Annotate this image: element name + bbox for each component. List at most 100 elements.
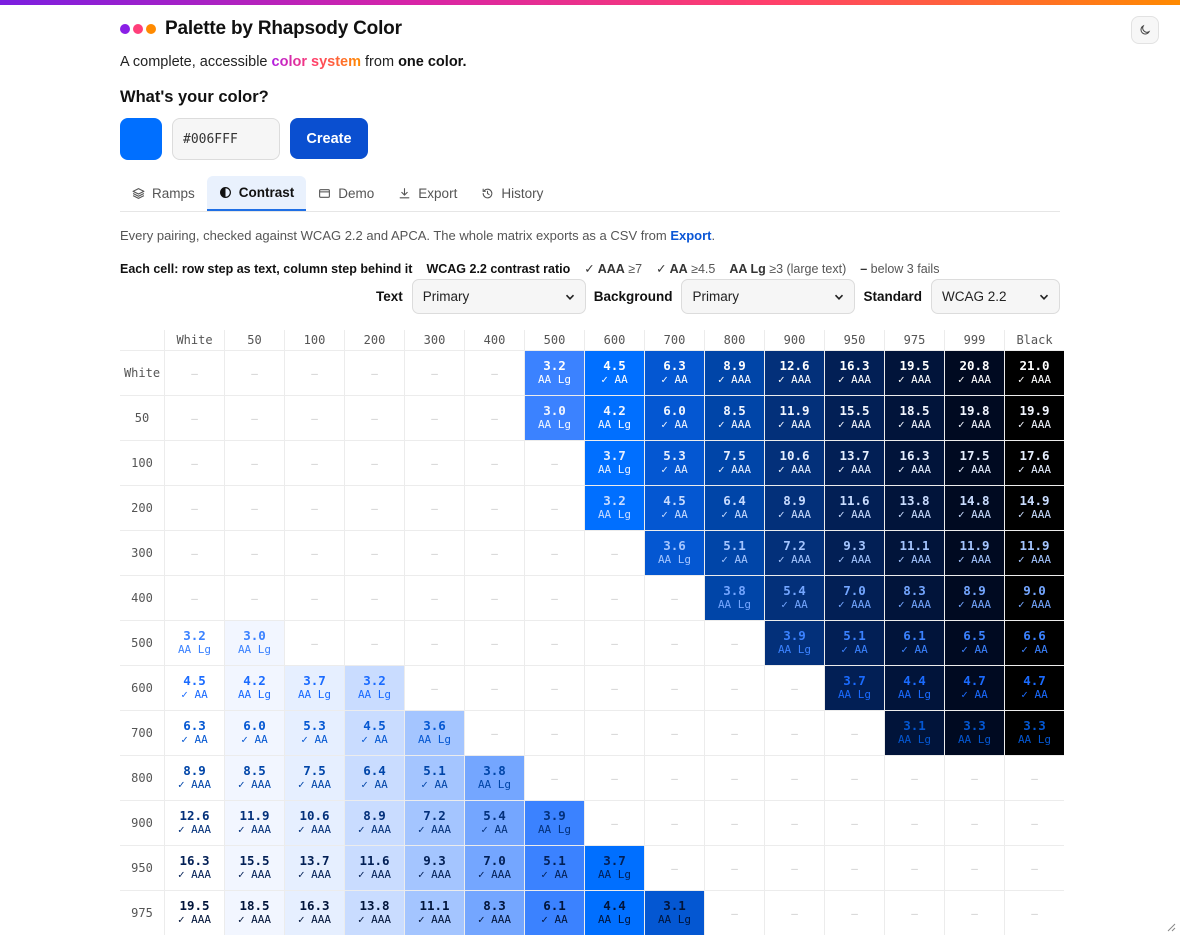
contrast-cell: 7.5 ✓ AAA bbox=[284, 755, 344, 800]
tab-demo[interactable]: Demo bbox=[306, 176, 386, 211]
contrast-ratio: 10.6 bbox=[779, 448, 810, 463]
contrast-cell: 8.9 ✓ AAA bbox=[944, 575, 1004, 620]
fail-mark: – bbox=[491, 682, 498, 695]
brand-dot bbox=[146, 24, 156, 34]
contrast-cell: – bbox=[584, 575, 644, 620]
matrix-column-header: 600 bbox=[584, 330, 644, 350]
fail-mark: – bbox=[191, 547, 198, 560]
wcag-badge: ✓ AA bbox=[1021, 643, 1048, 656]
legend-aalg: AA Lg ≥3 (large text) bbox=[729, 262, 846, 276]
hex-input[interactable] bbox=[172, 118, 280, 160]
create-button[interactable]: Create bbox=[290, 118, 368, 159]
contrast-cell: 8.9 ✓ AAA bbox=[344, 800, 404, 845]
standard-select[interactable]: WCAG 2.2 bbox=[931, 279, 1060, 314]
wcag-badge: ✓ AA bbox=[661, 463, 688, 476]
fail-mark: – bbox=[371, 547, 378, 560]
tab-export[interactable]: Export bbox=[386, 176, 469, 211]
wcag-badge: AA Lg bbox=[1017, 733, 1052, 746]
wcag-badge: AA Lg bbox=[537, 418, 572, 431]
matrix-row-header: 975 bbox=[120, 890, 164, 935]
contrast-cell: 3.7 AA Lg bbox=[284, 665, 344, 710]
contrast-cell: – bbox=[644, 755, 704, 800]
contrast-ratio: 3.9 bbox=[543, 808, 566, 823]
matrix-column-header: 50 bbox=[224, 330, 284, 350]
matrix-column-header: 500 bbox=[524, 330, 584, 350]
wcag-badge: ✓ AAA bbox=[717, 463, 752, 476]
contrast-cell: – bbox=[464, 350, 524, 395]
matrix-row: 50– – – – – –3.0 AA Lg 4.2 AA Lg 6.0 ✓ AA 8.5 ✓ AAA 1… bbox=[120, 395, 1064, 440]
wcag-badge: ✓ AAA bbox=[357, 913, 392, 926]
theme-toggle-button[interactable] bbox=[1131, 16, 1159, 44]
contrast-ratio: 5.1 bbox=[543, 853, 566, 868]
fail-mark: – bbox=[551, 592, 558, 605]
contrast-cell: – bbox=[524, 710, 584, 755]
contrast-cell: – bbox=[824, 755, 884, 800]
tab-history[interactable]: History bbox=[469, 176, 555, 211]
contrast-ratio: 3.1 bbox=[903, 718, 926, 733]
contrast-cell: 5.3 ✓ AA bbox=[284, 710, 344, 755]
wcag-badge: AA Lg bbox=[297, 688, 332, 701]
wcag-badge: ✓ AAA bbox=[297, 868, 332, 881]
text-select[interactable]: Primary bbox=[411, 279, 586, 314]
tab-ramps[interactable]: Ramps bbox=[120, 176, 207, 211]
contrast-ratio: 20.8 bbox=[959, 358, 990, 373]
contrast-cell: 3.7 AA Lg bbox=[584, 440, 644, 485]
matrix-row: 900 12.6 ✓ AAA 11.9 ✓ AAA 10.6 ✓ AAA 8.9 ✓ AAA 7.… bbox=[120, 800, 1064, 845]
wcag-badge: ✓ AAA bbox=[897, 598, 932, 611]
fail-mark: – bbox=[431, 412, 438, 425]
contrast-cell: – bbox=[884, 755, 944, 800]
export-link[interactable]: Export bbox=[670, 228, 711, 243]
contrast-cell: 12.6 ✓ AAA bbox=[164, 800, 224, 845]
wcag-badge: AA Lg bbox=[957, 733, 992, 746]
matrix-row: 100– – – – – – –3.7 AA Lg 5.3 ✓ AA 7.5 ✓ AAA 10.6 ✓ A… bbox=[120, 440, 1064, 485]
contrast-ratio: 6.6 bbox=[1023, 628, 1046, 643]
wcag-badge: ✓ AAA bbox=[837, 418, 872, 431]
fail-mark: – bbox=[791, 682, 798, 695]
wcag-badge: ✓ AAA bbox=[897, 463, 932, 476]
wcag-badge: ✓ AA bbox=[661, 418, 688, 431]
color-swatch[interactable] bbox=[120, 118, 162, 160]
contrast-ratio: 8.5 bbox=[723, 403, 746, 418]
wcag-badge: ✓ AAA bbox=[957, 373, 992, 386]
contrast-ratio: 3.7 bbox=[603, 448, 626, 463]
resize-grip-icon[interactable] bbox=[1167, 923, 1176, 932]
contrast-cell: 5.4 ✓ AA bbox=[464, 800, 524, 845]
background-select[interactable]: Primary bbox=[681, 279, 856, 314]
fail-mark: – bbox=[431, 637, 438, 650]
contrast-cell: – bbox=[524, 530, 584, 575]
tagline-accent: color system bbox=[271, 54, 361, 70]
fail-mark: – bbox=[491, 412, 498, 425]
fail-mark: – bbox=[371, 412, 378, 425]
fail-mark: – bbox=[1031, 772, 1038, 785]
contrast-ratio: 6.0 bbox=[243, 718, 266, 733]
contrast-cell: 7.2 ✓ AAA bbox=[404, 800, 464, 845]
wcag-badge: ✓ AAA bbox=[237, 823, 272, 836]
matrix-controls: Text Primary Background Primary Standard… bbox=[376, 279, 1060, 314]
contrast-cell: 7.0 ✓ AAA bbox=[824, 575, 884, 620]
tab-label: Contrast bbox=[238, 185, 295, 200]
contrast-cell: – bbox=[704, 890, 764, 935]
contrast-ratio: 3.3 bbox=[1023, 718, 1046, 733]
fail-mark: – bbox=[731, 862, 738, 875]
wcag-badge: ✓ AAA bbox=[957, 598, 992, 611]
fail-mark: – bbox=[671, 817, 678, 830]
wcag-badge: ✓ AAA bbox=[237, 778, 272, 791]
fail-mark: – bbox=[731, 637, 738, 650]
contrast-ratio: 9.3 bbox=[843, 538, 866, 553]
text-select-label: Text bbox=[375, 289, 403, 304]
contrast-cell: – bbox=[224, 575, 284, 620]
tab-contrast[interactable]: Contrast bbox=[206, 176, 307, 211]
fail-mark: – bbox=[671, 682, 678, 695]
contrast-cell: – bbox=[704, 755, 764, 800]
contrast-cell: – bbox=[224, 395, 284, 440]
fail-mark: – bbox=[191, 592, 198, 605]
contrast-cell: 8.3 ✓ AAA bbox=[464, 890, 524, 935]
contrast-cell: – bbox=[764, 800, 824, 845]
fail-mark: – bbox=[251, 502, 258, 515]
fail-mark: – bbox=[491, 457, 498, 470]
contrast-cell: – bbox=[764, 755, 824, 800]
fail-mark: – bbox=[551, 547, 558, 560]
wcag-badge: AA Lg bbox=[237, 688, 272, 701]
contrast-cell: 15.5 ✓ AAA bbox=[824, 395, 884, 440]
contrast-ratio: 12.6 bbox=[779, 358, 810, 373]
